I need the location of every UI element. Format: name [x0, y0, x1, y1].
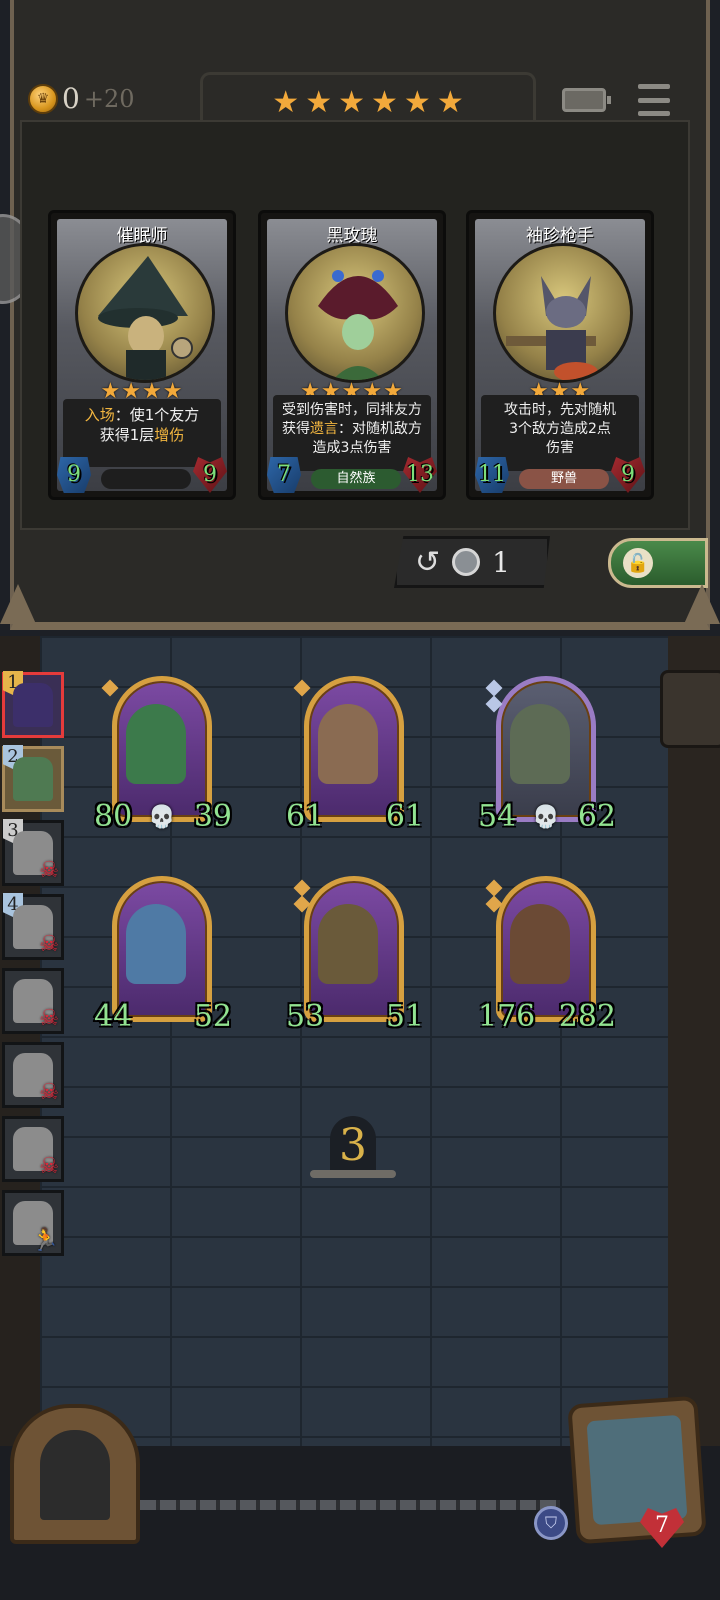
gold-display: ♛ 0 +20 — [28, 82, 134, 115]
gold-income: +20 — [83, 84, 135, 113]
tier-star-icon: ★ — [338, 85, 365, 120]
opponent-portrait[interactable]: 🏃 — [2, 1190, 64, 1256]
running-figure-icon: 🏃 — [31, 1228, 59, 1253]
board-side-handle[interactable] — [660, 670, 720, 748]
skull-crossbones-icon: ☠ — [39, 932, 59, 957]
menu-icon[interactable] — [638, 84, 670, 116]
skull-icon: 💀 — [148, 805, 176, 830]
minion-health: 62 — [577, 799, 616, 834]
card-tribe: 野兽 — [519, 469, 609, 489]
minion-attack: 61 — [286, 799, 325, 834]
opponent-portrait[interactable]: 2 — [2, 745, 64, 812]
minion-health: 52 — [193, 999, 232, 1034]
minion-health: 282 — [558, 999, 616, 1034]
card-portrait — [75, 243, 215, 383]
refresh-cost: 1 — [492, 545, 510, 579]
card-portrait — [285, 243, 425, 383]
opponent-portrait[interactable]: ☠ — [2, 1116, 64, 1182]
opponent-avatar — [13, 683, 53, 727]
refresh-icon: ↺ — [415, 544, 441, 580]
refresh-coin-icon — [452, 548, 481, 576]
tier-star-icon: ★ — [436, 85, 464, 120]
tier-star-icon: ★ — [371, 85, 398, 120]
tier-star-icon: ★ — [403, 85, 431, 120]
lock-shop-button[interactable]: 🔓 — [608, 538, 708, 588]
card-tribe — [101, 469, 191, 489]
right-wall — [668, 636, 720, 1496]
armor-shield-icon: ⛉ — [534, 1506, 568, 1540]
opponent-portrait[interactable]: 3 ☠ — [2, 819, 64, 886]
card-tribe: 自然族 — [311, 469, 401, 489]
turn-number: 3 — [339, 1120, 367, 1171]
opponent-portrait[interactable]: ☠ — [2, 1042, 64, 1108]
board-minion[interactable]: 53 51 — [286, 876, 424, 1034]
card-attack: 11 — [475, 457, 509, 493]
minion-health: 39 — [193, 799, 232, 834]
skull-crossbones-icon: ☠ — [39, 1154, 59, 1179]
board-minion[interactable]: 80 💀 39 — [94, 676, 232, 834]
board-minion[interactable]: 176 282 — [478, 876, 616, 1034]
minion-attack: 176 — [478, 999, 536, 1034]
card-description: 入场：使1个友方 获得1层增伤 — [63, 399, 221, 467]
opponent-portrait[interactable]: 1 — [2, 671, 64, 738]
minion-attack: 80 — [94, 799, 133, 834]
gold-coin-icon: ♛ — [28, 83, 58, 114]
refresh-button[interactable]: ↺ 1 — [394, 536, 550, 588]
card-attack: 9 — [57, 457, 91, 493]
skull-icon: 💀 — [532, 805, 560, 830]
skull-crossbones-icon: ☠ — [39, 1006, 59, 1031]
minion-attack: 53 — [286, 999, 325, 1034]
chain-decoration — [120, 1500, 560, 1510]
skull-crossbones-icon: ☠ — [39, 1080, 59, 1105]
turn-counter: 3 — [310, 1116, 396, 1182]
minion-health: 51 — [385, 999, 424, 1034]
tier-star-icon: ★ — [305, 85, 333, 120]
opponent-portrait[interactable]: ☠ — [2, 968, 64, 1034]
minion-attack: 54 — [478, 799, 517, 834]
shop-card-hypnotist[interactable]: 催眠师 ★★★★ 入场：使1个友方 获得1层增伤 9 9 — [48, 210, 236, 500]
hero-portrait[interactable] — [567, 1395, 707, 1545]
card-portrait — [493, 243, 633, 383]
opponent-list: 1 2 3 ☠ 4 ☠ ☠ ☠ ☠ 🏃 — [2, 671, 70, 1264]
board-minion[interactable]: 54 💀 62 — [478, 676, 616, 834]
card-attack: 7 — [267, 457, 301, 493]
gold-value: 0 — [62, 82, 80, 115]
shop-card-pocket-gunner[interactable]: 袖珍枪手 ★★★ 攻击时，先对随机 3个敌方造成2点 伤害 11 野兽 9 — [466, 210, 654, 500]
shop-card-black-rose[interactable]: 黑玫瑰 ★★★★★ 受到伤害时，同排友方 获得遗言：对随机敌方 造成3点伤害 7… — [258, 210, 446, 500]
board-minion[interactable]: 44 52 — [94, 876, 232, 1034]
skull-crossbones-icon: ☠ — [39, 858, 59, 883]
minion-attack: 44 — [94, 999, 133, 1034]
lock-icon: 🔓 — [623, 548, 653, 578]
opponent-avatar — [13, 757, 53, 801]
opponent-portrait[interactable]: 4 ☠ — [2, 893, 64, 960]
battery-icon — [562, 88, 611, 112]
minion-health: 61 — [385, 799, 424, 834]
tier-star-icon: ★ — [272, 85, 300, 120]
exit-door-button[interactable] — [10, 1404, 140, 1544]
board-minion[interactable]: 61 61 — [286, 676, 424, 834]
